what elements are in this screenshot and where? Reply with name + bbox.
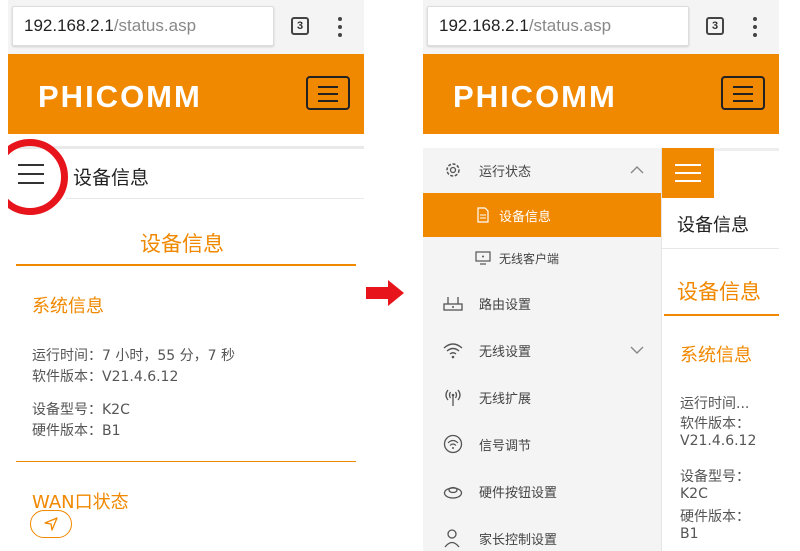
sidebar-item-run-status[interactable]: 运行状态 [423,148,661,192]
topbar-title: 设备信息 [73,167,150,189]
browser-toolbar: 192.168.2.1/status.asp 3 [8,0,364,54]
sidebar-item-label: 运行状态 [479,164,532,180]
url-host: 192.168.2.1 [24,16,114,35]
sidebar-item-device-info[interactable]: 设备信息 [423,193,661,237]
title-underline [16,264,356,266]
url-host: 192.168.2.1 [439,16,529,35]
sidebar-item-label: 家长控制设置 [479,532,558,548]
page-title: 设备信息 [677,280,761,304]
phicomm-logo: PHICOMM [453,79,617,114]
topbar-bottom-divider [662,248,779,249]
tab-switcher-button[interactable]: 3 [706,17,724,35]
document-icon [473,205,493,225]
device-model-label: 设备型号： [680,469,750,485]
navigation-arrow-icon [44,517,58,531]
browser-menu-icon[interactable] [334,15,346,39]
tab-switcher-button[interactable]: 3 [291,17,309,35]
person-icon [443,528,463,548]
system-info-heading: 系统信息 [32,296,104,317]
brand-header: PHICOMM [423,54,779,134]
antenna-icon [443,387,463,407]
header-menu-button[interactable] [306,76,350,110]
monitor-icon [473,248,493,268]
button-icon [443,481,463,501]
software-version-text: 软件版本：V21.4.6.12 [32,369,179,385]
sidebar-item-label: 设备信息 [499,209,552,225]
router-icon [443,293,463,313]
address-bar[interactable]: 192.168.2.1/status.asp [427,6,689,46]
page-title: 设备信息 [140,232,224,256]
chevron-down-icon [630,346,644,354]
uptime-text: 运行时间... [680,396,750,412]
hardware-version-value: B1 [680,526,699,542]
topbar-divider [8,146,364,149]
uptime-text: 运行时间：7 小时，55 分，7 秒 [32,348,235,364]
sidebar-item-label: 硬件按钮设置 [479,485,558,501]
url-path: /status.asp [113,16,197,35]
sidebar-item-hardware-button[interactable]: 硬件按钮设置 [423,469,661,513]
sidebar-item-wireless-extension[interactable]: 无线扩展 [423,375,661,419]
sidebar-item-wireless-clients[interactable]: 无线客户端 [423,236,661,280]
title-underline [664,314,779,316]
sidebar-item-label: 无线设置 [479,344,532,360]
main-content: 设备信息 设备信息 系统信息 运行时间... 软件版本： V21.4.6.12 … [661,148,779,551]
hardware-version-label: 硬件版本： [680,509,750,525]
url-path: /status.asp [528,16,612,35]
chevron-up-icon [630,166,644,174]
sidebar-item-label: 信号调节 [479,438,532,454]
sidebar-item-parental-control[interactable]: 家长控制设置 [423,516,661,551]
topbar-title: 设备信息 [677,215,749,236]
navigate-button[interactable] [30,510,72,538]
wifi-icon [443,340,463,360]
browser-menu-icon[interactable] [749,15,761,39]
hardware-version-text: 硬件版本：B1 [32,423,121,439]
sidebar-item-label: 无线客户端 [499,251,560,266]
sidebar-item-label: 无线扩展 [479,391,532,407]
topbar-divider [714,148,779,151]
software-version-value: V21.4.6.12 [680,433,757,449]
browser-toolbar: 192.168.2.1/status.asp 3 [423,0,779,54]
system-info-heading: 系统信息 [680,345,752,366]
device-model-text: 设备型号：K2C [32,402,130,418]
side-navigation: 运行状态 设备信息 无线客户端 路由设置 无线设置 无线扩展 信号调节 硬件按钮… [423,148,661,551]
gear-icon [443,160,463,180]
transition-arrow-icon [366,280,404,306]
sidebar-item-label: 路由设置 [479,297,532,313]
header-menu-button[interactable] [721,76,765,110]
hamburger-menu-icon[interactable] [18,164,44,184]
section-divider [16,461,356,462]
brand-header: PHICOMM [8,54,364,134]
sidebar-item-router-settings[interactable]: 路由设置 [423,281,661,325]
main-content: 设备信息 设备信息 系统信息 运行时间：7 小时，55 分，7 秒 软件版本：V… [8,134,364,551]
software-version-label: 软件版本： [680,416,750,432]
sidebar-item-signal-adjust[interactable]: 信号调节 [423,422,661,466]
phicomm-logo: PHICOMM [38,79,202,114]
signal-icon [443,434,463,454]
device-model-value: K2C [680,486,708,502]
topbar-bottom-divider [66,198,364,199]
left-phone-screen: 192.168.2.1/status.asp 3 PHICOMM 设备信息 设备… [8,0,364,551]
sidebar-item-wireless-settings[interactable]: 无线设置 [423,328,661,372]
address-bar[interactable]: 192.168.2.1/status.asp [12,6,274,46]
hamburger-menu-icon[interactable] [662,148,714,198]
right-phone-screen: 192.168.2.1/status.asp 3 PHICOMM 运行状态 设备… [423,0,779,551]
